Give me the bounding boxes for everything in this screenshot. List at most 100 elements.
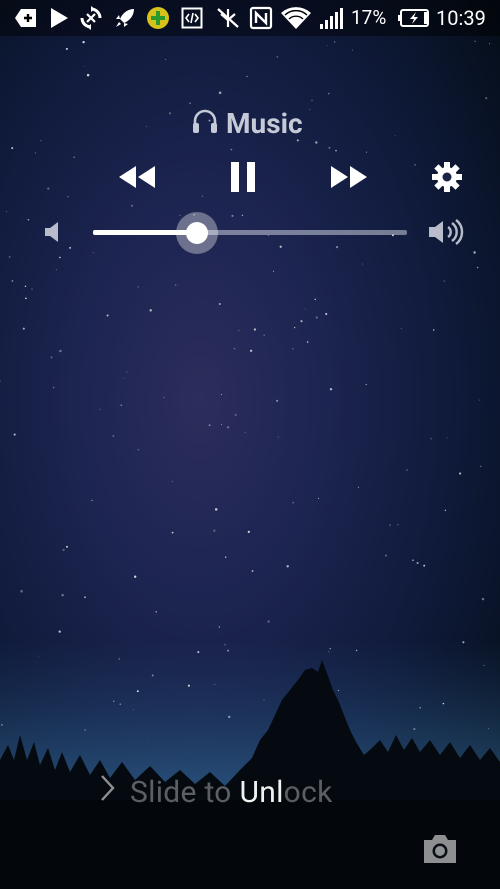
star: [489, 43, 490, 45]
star: [92, 252, 94, 254]
volume-low-button[interactable]: [40, 220, 68, 248]
star: [228, 715, 231, 719]
settings-button[interactable]: [428, 160, 466, 198]
star: [244, 432, 246, 434]
star: [25, 297, 27, 300]
star: [361, 263, 363, 265]
add-box-icon: [13, 5, 39, 31]
rewind-icon: [117, 164, 157, 194]
star: [134, 575, 137, 578]
star: [309, 109, 311, 111]
volume-high-button[interactable]: [426, 219, 466, 249]
star: [13, 433, 16, 436]
star: [443, 280, 445, 282]
star: [24, 285, 27, 288]
star: [197, 651, 200, 654]
star: [487, 727, 490, 730]
star: [251, 570, 254, 572]
star: [224, 643, 226, 646]
star: [38, 656, 40, 658]
star: [311, 99, 313, 102]
star: [91, 499, 93, 501]
volume-slider-knob: [185, 222, 208, 244]
star: [171, 531, 174, 534]
slide-to-unlock[interactable]: Slide to Unlock: [98, 770, 333, 814]
star: [328, 146, 331, 149]
star: [66, 545, 68, 548]
star: [151, 674, 154, 677]
star: [446, 437, 448, 439]
star: [34, 152, 36, 154]
status-bar: 17% 10:39: [0, 0, 500, 36]
star: [365, 151, 367, 153]
star: [416, 561, 419, 565]
star: [213, 529, 216, 532]
star: [221, 394, 223, 395]
star: [52, 386, 55, 389]
rewind-button[interactable]: [114, 160, 160, 198]
star: [267, 620, 270, 623]
star: [247, 530, 250, 534]
star: [218, 626, 221, 628]
camera-icon: [421, 835, 459, 870]
star: [145, 125, 148, 128]
star: [59, 256, 61, 259]
star: [120, 404, 123, 407]
star: [221, 424, 223, 426]
star: [432, 329, 435, 331]
star: [397, 524, 399, 526]
star: [175, 284, 177, 286]
star: [315, 316, 318, 319]
volume-slider-thumb[interactable]: [175, 212, 218, 254]
star: [294, 326, 296, 329]
settings-icon: [431, 161, 463, 197]
star: [119, 703, 121, 705]
star: [317, 497, 320, 499]
pause-icon: [230, 161, 256, 197]
star: [214, 508, 218, 511]
star: [225, 556, 227, 558]
star: [335, 149, 337, 152]
star: [458, 472, 462, 475]
star: [485, 96, 488, 100]
star: [329, 648, 331, 650]
camera-button[interactable]: [421, 832, 459, 866]
star: [50, 356, 53, 359]
star: [351, 49, 353, 51]
volume-slider[interactable]: [93, 230, 407, 235]
star: [126, 371, 128, 373]
play-store-icon: [48, 5, 70, 31]
star: [327, 92, 330, 95]
star: [58, 630, 61, 633]
star: [334, 41, 336, 43]
star: [227, 649, 230, 652]
fast-forward-button[interactable]: [326, 160, 372, 198]
headphones-icon: [190, 106, 220, 140]
star: [241, 214, 244, 217]
star: [474, 40, 476, 42]
star: [73, 156, 75, 158]
star: [276, 399, 279, 402]
clock: 10:39: [436, 6, 486, 30]
star: [106, 314, 109, 317]
star: [214, 683, 216, 686]
star: [479, 399, 481, 401]
star: [59, 349, 62, 353]
volume-high-icon: [427, 218, 465, 250]
battery-percent: 17%: [351, 6, 387, 29]
star: [187, 684, 190, 687]
star: [430, 438, 432, 440]
star: [326, 44, 328, 46]
star: [357, 486, 360, 489]
star: [304, 308, 306, 310]
star: [279, 245, 282, 248]
star: [419, 706, 421, 709]
green-plus-icon: [145, 5, 171, 31]
star: [406, 469, 409, 471]
star: [40, 140, 42, 142]
pause-button[interactable]: [222, 158, 264, 200]
star: [335, 245, 339, 249]
star: [137, 449, 139, 451]
star: [8, 255, 11, 258]
star: [61, 593, 64, 597]
